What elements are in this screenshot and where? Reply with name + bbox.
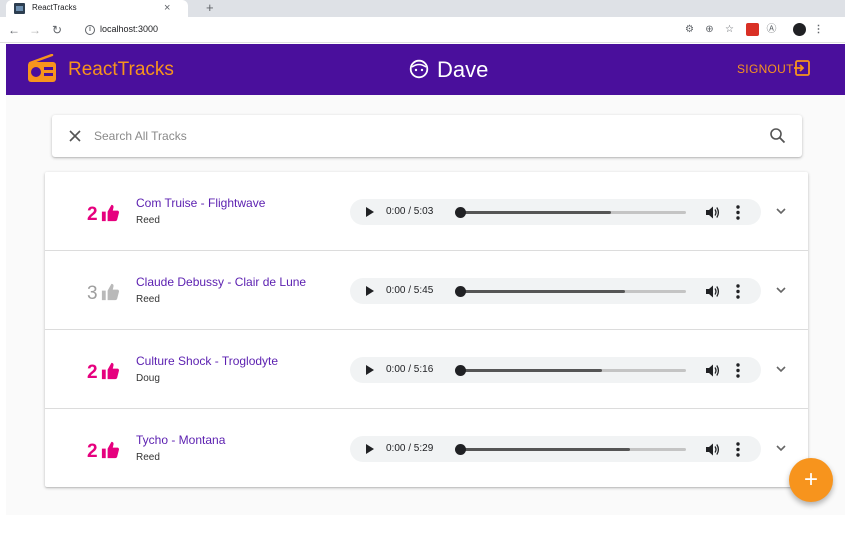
audio-player: 0:00 / 5:29 [350,436,761,462]
new-tab-button[interactable]: + [206,0,214,16]
search-icon[interactable] [769,127,786,144]
like-count: 2 [87,441,98,462]
track-row[interactable]: 3 Claude Debussy - Clair de Lune Reed 0:… [45,251,808,330]
chevron-down-icon[interactable] [774,285,788,295]
track-row[interactable]: 2 Com Truise - Flightwave Reed 0:00 / 5:… [45,172,808,251]
seek-bar[interactable] [455,207,686,218]
url-text[interactable]: localhost:3000 [100,24,158,34]
play-icon[interactable] [366,365,374,375]
user-name: Dave [437,57,489,82]
like-count: 2 [87,362,98,383]
track-artist: Reed [136,215,160,226]
seek-thumb[interactable] [455,444,466,455]
track-artist: Doug [136,373,160,384]
play-icon[interactable] [366,286,374,296]
more-options-icon[interactable] [736,284,740,299]
tab-close-button[interactable]: × [164,1,170,15]
extension-a-icon[interactable]: Ⓐ [765,23,778,36]
seek-bar[interactable] [455,365,686,376]
play-icon[interactable] [366,444,374,454]
favicon-icon [14,3,25,14]
volume-icon[interactable] [705,284,720,299]
seek-thumb[interactable] [455,286,466,297]
seek-bar-buffered [460,290,625,293]
audio-player: 0:00 / 5:45 [350,278,761,304]
more-options-icon[interactable] [736,363,740,378]
chevron-down-icon[interactable] [774,443,788,453]
app-title[interactable]: ReactTracks [68,59,174,81]
thumb-up-icon[interactable] [100,203,120,223]
seek-thumb[interactable] [455,365,466,376]
track-title: Culture Shock - Troglodyte [136,354,279,368]
tab-title: ReactTracks [32,3,77,12]
track-row[interactable]: 2 Tycho - Montana Reed 0:00 / 5:29 [45,409,808,488]
reload-icon[interactable]: ↻ [52,22,62,38]
clear-icon[interactable] [67,128,83,144]
chevron-down-icon[interactable] [774,364,788,374]
more-options-icon[interactable] [736,205,740,220]
back-icon[interactable]: ← [8,22,20,38]
seek-bar-buffered [460,448,630,451]
like-count: 3 [87,283,98,304]
zoom-icon[interactable]: ⊕ [703,23,716,36]
seek-bar-buffered [460,369,603,372]
thumb-up-icon[interactable] [100,361,120,381]
profile-avatar-icon[interactable] [793,23,806,36]
browser-toolbar: ← → ↻ i localhost:3000 ⚙ ⊕ ☆ Ⓐ ⋮ [0,17,845,43]
seek-thumb[interactable] [455,207,466,218]
like-count: 2 [87,204,98,225]
volume-icon[interactable] [705,363,720,378]
track-title: Com Truise - Flightwave [136,196,266,210]
time-display: 0:00 / 5:29 [386,443,434,454]
forward-icon[interactable]: → [29,22,41,38]
signout-button[interactable]: SIGNOUT [737,62,794,76]
track-list: 2 Com Truise - Flightwave Reed 0:00 / 5:… [45,172,808,487]
browser-tab[interactable]: ReactTracks × [6,0,188,17]
seek-bar-buffered [460,211,612,214]
radio-icon [28,54,56,82]
play-icon[interactable] [366,207,374,217]
browser-tabstrip: ReactTracks × + [0,0,845,17]
search-bar [52,115,802,157]
time-display: 0:00 / 5:16 [386,364,434,375]
chevron-down-icon[interactable] [774,206,788,216]
audio-player: 0:00 / 5:16 [350,357,761,383]
track-artist: Reed [136,452,160,463]
app-header: ReactTracks Dave SIGNOUT [6,44,845,95]
exit-icon[interactable] [793,59,811,77]
key-icon[interactable]: ⚙ [683,23,696,36]
add-track-button[interactable]: + [789,458,833,502]
volume-icon[interactable] [705,442,720,457]
more-options-icon[interactable] [736,442,740,457]
browser-menu-icon[interactable]: ⋮ [812,23,825,36]
seek-bar[interactable] [455,286,686,297]
track-row[interactable]: 2 Culture Shock - Troglodyte Doug 0:00 /… [45,330,808,409]
face-icon [409,59,429,79]
main-content: 2 Com Truise - Flightwave Reed 0:00 / 5:… [6,95,845,515]
thumb-up-icon[interactable] [100,282,120,302]
thumb-up-icon[interactable] [100,440,120,460]
site-info-icon[interactable]: i [85,25,95,35]
time-display: 0:00 / 5:03 [386,206,434,217]
track-artist: Reed [136,294,160,305]
search-input[interactable] [94,125,734,147]
seek-bar[interactable] [455,444,686,455]
time-display: 0:00 / 5:45 [386,285,434,296]
extension-red-icon[interactable] [746,23,759,36]
bookmark-star-icon[interactable]: ☆ [723,23,736,36]
track-title: Tycho - Montana [136,433,226,447]
audio-player: 0:00 / 5:03 [350,199,761,225]
track-title: Claude Debussy - Clair de Lune [136,275,307,289]
volume-icon[interactable] [705,205,720,220]
